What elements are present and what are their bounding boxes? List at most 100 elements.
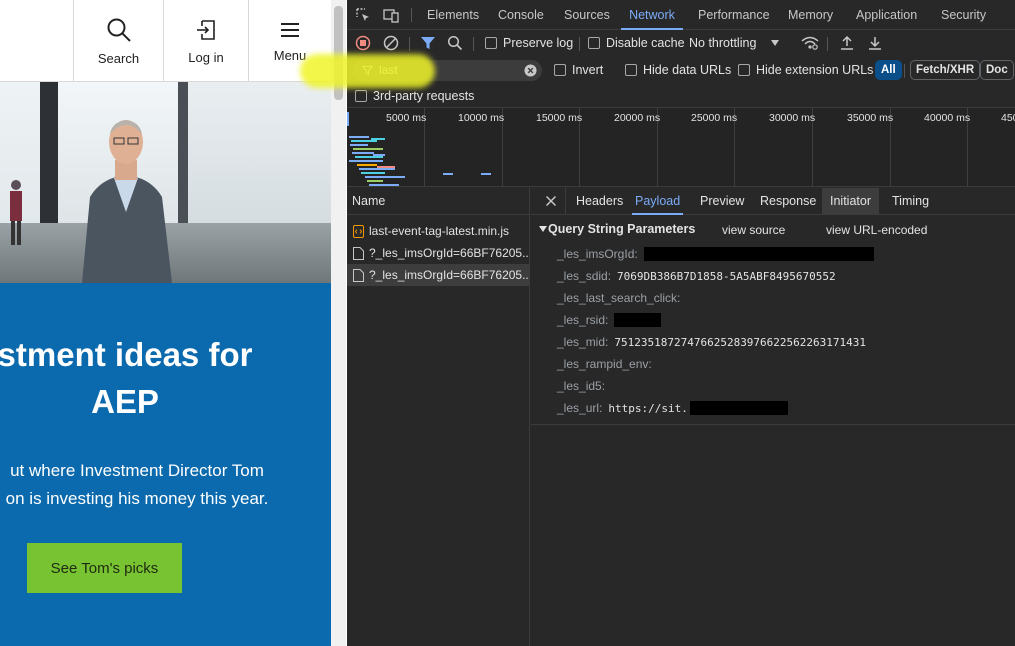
param-row: _les_rampid_env: [557,356,658,372]
menu-label: Menu [273,47,307,63]
view-source-link[interactable]: view source [722,223,785,237]
checkbox[interactable] [588,37,600,49]
document-file-icon [353,247,364,260]
login-icon [197,19,215,40]
waterfall-bar [369,184,399,186]
tab-elements[interactable]: Elements [427,0,479,30]
waterfall-bar [361,172,385,174]
export-har-icon[interactable] [867,35,883,51]
request-row-selected[interactable]: ?_les_imsOrgId=66BF76205... [347,264,529,286]
promo-text: ut where Investment Director Tom on is i… [5,461,269,508]
throttling-value: No throttling [689,36,757,50]
waterfall-bar [349,136,369,138]
third-party-label: 3rd-party requests [373,89,475,103]
background-people [10,180,22,245]
tab-security[interactable]: Security [941,0,986,30]
third-party-checkbox[interactable]: 3rd-party requests [355,88,474,104]
waterfall-bar [481,173,491,175]
type-filter-doc[interactable]: Doc [980,60,1014,80]
param-key: _les_sdid: [557,269,612,283]
expand-triangle-icon[interactable] [539,225,547,233]
filter-icon[interactable] [420,35,436,51]
highlight-annotation [300,54,435,88]
tab-headers[interactable]: Headers [576,188,623,215]
clear-filter-icon[interactable] [524,64,537,77]
network-overview-timeline[interactable]: 5000 ms 10000 ms 15000 ms 20000 ms 25000… [347,107,1015,187]
devtools-panel: Elements Console Sources Network Perform… [347,0,1015,646]
record-stop-icon[interactable] [355,35,371,51]
tab-timing[interactable]: Timing [892,188,929,215]
request-name: last-event-tag-latest.min.js [369,224,510,238]
tab-performance[interactable]: Performance [698,0,770,30]
disable-cache-checkbox[interactable]: Disable cache [588,34,685,52]
invert-checkbox[interactable]: Invert [554,61,603,79]
person-figure [82,120,172,283]
login-button[interactable]: Log in [163,0,248,82]
tab-response[interactable]: Response [760,188,816,215]
hide-extension-urls-checkbox[interactable]: Hide extension URLs [738,61,873,79]
preserve-log-checkbox[interactable]: Preserve log [485,34,573,52]
view-url-encoded-link[interactable]: view URL-encoded [826,223,927,237]
tab-initiator[interactable]: Initiator [822,188,879,215]
inspect-element-icon[interactable] [355,7,371,23]
request-row[interactable]: last-event-tag-latest.min.js [347,220,529,242]
tab-payload[interactable]: Payload [632,188,684,215]
waterfall-bar [349,160,383,162]
tab-preview[interactable]: Preview [700,188,744,215]
checkbox[interactable] [738,64,750,76]
redacted-value [689,401,788,415]
waterfall-bar [371,138,385,140]
site-scrollbar[interactable] [331,0,346,646]
tab-sources[interactable]: Sources [564,0,610,30]
waterfall-bar [351,140,377,142]
search-icon[interactable] [447,35,463,51]
checkbox[interactable] [554,64,566,76]
param-value: 7069DB386B7D1858-5A5ABF8495670552 [617,269,836,283]
website-viewport: Search Log in Menu stment ideas for AEP … [0,0,331,646]
waterfall-bar [377,166,395,168]
param-key: _les_url: [557,401,603,415]
waterfall-bar [355,156,383,158]
param-value: https://sit. [608,401,688,415]
param-value: 75123518727476625283976622562263171431 [614,335,867,349]
import-har-icon[interactable] [839,35,855,51]
hide-data-urls-checkbox[interactable]: Hide data URLs [625,61,731,79]
tab-memory[interactable]: Memory [788,0,833,30]
type-filter-fetch-xhr[interactable]: Fetch/XHR [910,60,981,80]
param-key: _les_last_search_click: [557,291,681,305]
waterfall-bar [359,168,395,170]
request-name: ?_les_imsOrgId=66BF76205... [369,246,529,260]
tab-console[interactable]: Console [498,0,544,30]
tab-network[interactable]: Network [621,0,683,30]
search-button[interactable]: Search [73,0,163,82]
query-string-parameters-header[interactable]: Query String Parameters [548,222,695,236]
tab-application[interactable]: Application [856,0,917,30]
param-key: _les_rampid_env: [557,357,652,371]
clear-icon[interactable] [383,35,399,51]
search-icon [107,18,131,42]
network-conditions-icon[interactable] [801,35,819,51]
hero-photo [0,82,331,283]
param-row: _les_last_search_click: [557,290,686,306]
close-icon[interactable] [543,193,559,209]
type-filter-all[interactable]: All [875,60,902,80]
see-picks-button[interactable]: See Tom's picks [27,543,182,593]
checkbox[interactable] [625,64,637,76]
param-key: _les_imsOrgId: [557,247,638,261]
dropdown-arrow-icon [771,40,780,46]
search-label: Search [97,50,140,66]
request-name: ?_les_imsOrgId=66BF76205... [369,268,529,282]
checkbox[interactable] [485,37,497,49]
checkbox[interactable] [355,90,367,102]
promo-banner: stment ideas for AEP ut where Investment… [0,283,331,646]
request-row[interactable]: ?_les_imsOrgId=66BF76205... [347,242,529,264]
param-row: _les_id5: [557,378,611,394]
param-key: _les_mid: [557,335,609,349]
name-column-header[interactable]: Name [347,188,529,215]
throttling-select[interactable]: No throttling [689,34,780,52]
waterfall-bar [373,154,385,156]
device-toolbar-icon[interactable] [383,7,399,23]
waterfall-bar [350,144,368,146]
payload-section: Query String Parameters view source view… [531,215,1015,425]
redacted-value [643,247,874,261]
